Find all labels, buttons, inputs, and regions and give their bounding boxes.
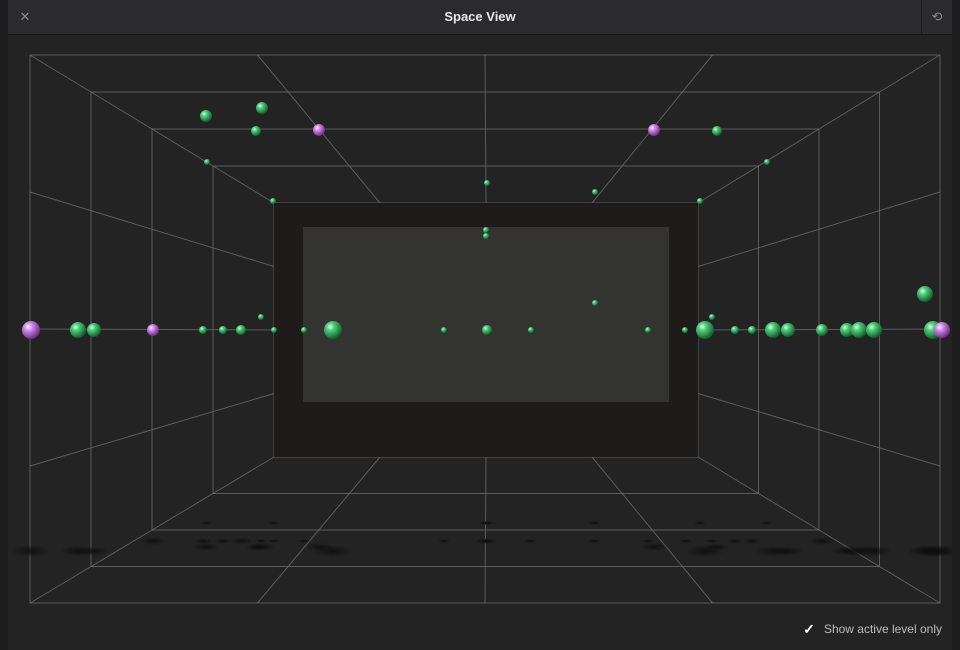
checkmark-icon[interactable]: ✓: [802, 622, 816, 636]
speaker-shadow: [479, 520, 493, 526]
speaker-object-purple[interactable]: [147, 324, 159, 336]
speaker-object-green[interactable]: [70, 322, 86, 338]
speaker-object-green[interactable]: [645, 327, 651, 333]
speaker-object-green[interactable]: [748, 326, 756, 334]
speaker-object-green[interactable]: [592, 300, 598, 306]
speaker-shadow: [214, 538, 232, 544]
space-view-window: ✕ Space View ⟲ ✓ Show active level only: [0, 0, 960, 650]
speaker-shadow: [437, 538, 451, 544]
show-active-level-only-label: Show active level only: [823, 622, 942, 636]
space-view-viewport[interactable]: ✓ Show active level only: [8, 35, 952, 650]
window-title: Space View: [444, 9, 516, 24]
speaker-shadow: [305, 542, 333, 552]
speaker-object-purple[interactable]: [313, 124, 325, 136]
speaker-object-green[interactable]: [271, 327, 277, 333]
speaker-shadow: [705, 538, 719, 544]
speaker-object-purple[interactable]: [22, 321, 40, 339]
speaker-object-green[interactable]: [866, 322, 882, 338]
speaker-shadow: [588, 538, 602, 544]
speaker-object-green[interactable]: [709, 314, 715, 320]
speaker-object-purple[interactable]: [934, 322, 950, 338]
speaker-object-green[interactable]: [764, 159, 770, 165]
speaker-shadow: [192, 542, 220, 552]
speaker-shadow: [266, 520, 280, 526]
speaker-object-green[interactable]: [219, 326, 227, 334]
speaker-shadow: [640, 542, 668, 552]
speaker-shadow: [78, 546, 110, 556]
speaker-object-green[interactable]: [765, 322, 781, 338]
speaker-object-green[interactable]: [528, 327, 534, 333]
speaker-object-green[interactable]: [258, 314, 264, 320]
title-bar: ✕ Space View ⟲: [8, 0, 952, 35]
speaker-shadow: [856, 545, 892, 557]
speaker-shadow: [230, 537, 252, 545]
speaker-shadow: [772, 546, 804, 556]
speaker-object-green[interactable]: [731, 326, 739, 334]
speaker-shadow: [245, 543, 267, 551]
speaker-object-green[interactable]: [256, 102, 268, 114]
speaker-object-green[interactable]: [917, 286, 933, 302]
speaker-object-green[interactable]: [482, 325, 492, 335]
speaker-object-green[interactable]: [324, 321, 342, 339]
speaker-shadow: [641, 538, 655, 544]
speaker-shadow: [11, 544, 51, 558]
speaker-object-green[interactable]: [200, 110, 212, 122]
speaker-shadow: [297, 538, 311, 544]
speaker-object-green[interactable]: [592, 189, 598, 195]
speaker-object-green[interactable]: [816, 324, 828, 336]
screen-surface: [303, 227, 669, 402]
speaker-object-green[interactable]: [236, 325, 246, 335]
speaker-shadow: [693, 520, 707, 526]
speaker-object-green[interactable]: [199, 326, 207, 334]
speaker-object-green[interactable]: [696, 321, 714, 339]
speaker-shadow: [267, 538, 281, 544]
speaker-object-green[interactable]: [697, 198, 703, 204]
speaker-shadow: [588, 520, 602, 526]
speaker-shadow: [254, 538, 268, 544]
speaker-shadow: [743, 538, 761, 544]
speaker-object-green[interactable]: [204, 159, 210, 165]
room-3d-scene: [11, 54, 952, 604]
reset-view-icon[interactable]: ⟲: [921, 0, 952, 34]
speaker-object-green[interactable]: [682, 327, 688, 333]
speaker-object-green[interactable]: [712, 126, 722, 136]
speaker-shadow: [808, 536, 836, 546]
speaker-shadow: [706, 543, 728, 551]
speaker-object-green[interactable]: [251, 126, 261, 136]
speaker-object-green[interactable]: [483, 233, 489, 239]
speaker-shadow: [524, 538, 538, 544]
speaker-object-green[interactable]: [441, 327, 447, 333]
show-active-level-only-checkbox[interactable]: ✓ Show active level only: [802, 622, 942, 636]
speaker-object-green[interactable]: [781, 323, 795, 337]
speaker-shadow: [139, 536, 167, 546]
speaker-object-green[interactable]: [851, 322, 867, 338]
speaker-shadow: [678, 538, 692, 544]
floor-line: [484, 456, 487, 604]
speaker-object-green[interactable]: [484, 180, 490, 186]
speaker-shadow: [200, 520, 214, 526]
speaker-shadow: [907, 545, 943, 557]
speaker-object-green[interactable]: [87, 323, 101, 337]
speaker-shadow: [760, 520, 774, 526]
speaker-object-purple[interactable]: [648, 124, 660, 136]
speaker-shadow: [726, 538, 744, 544]
speaker-object-green[interactable]: [483, 227, 489, 233]
speaker-object-green[interactable]: [270, 198, 276, 204]
speaker-object-green[interactable]: [301, 327, 307, 333]
speaker-shadow: [479, 538, 493, 544]
